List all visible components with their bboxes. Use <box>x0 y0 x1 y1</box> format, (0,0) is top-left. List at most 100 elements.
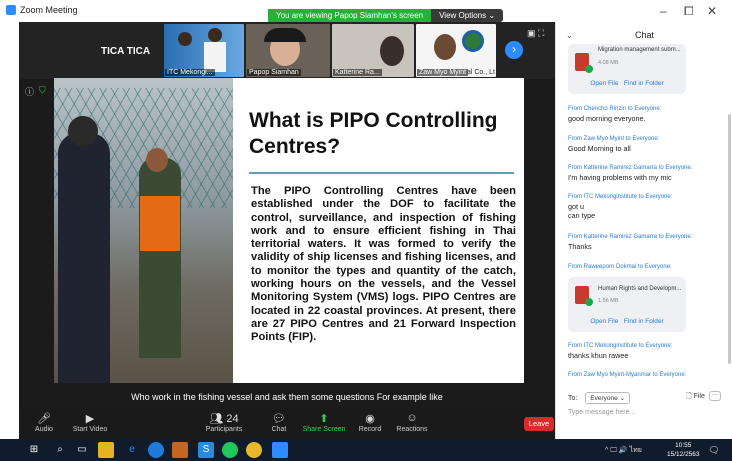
find-in-folder-link[interactable]: Find in Folder <box>624 80 664 87</box>
thumb-label: Papop Siamhan <box>247 69 301 76</box>
reactions-button[interactable]: ☺ Reactions <box>387 412 437 433</box>
share-screen-label: Share Screen <box>302 426 346 433</box>
more-options-button[interactable]: ··· <box>709 391 721 401</box>
keyboard-language: ไทย <box>629 447 642 454</box>
participant-thumb[interactable]: Papop Siamhan <box>246 24 330 77</box>
message-sender: From ITC Mekonginstitute to Everyone: <box>568 343 673 349</box>
message-sender: From Raweeporn Dokmai to Everyone: <box>568 264 672 270</box>
participant-thumb[interactable]: Katterine Ra... <box>332 24 414 77</box>
chat-message: From Zaw Myo Myint-Myanmar to Everyone: <box>568 372 718 380</box>
edge-browser-icon[interactable]: e <box>124 442 140 458</box>
audio-label: Audio <box>35 426 53 433</box>
taskbar: ⊞ ⌕ ▭ e S ^ 🖵 🔊 ไทย 10:55 15/12/2563 🗨︎ <box>0 439 732 461</box>
zoom-logo-icon <box>6 5 16 15</box>
find-in-folder-link[interactable]: Find in Folder <box>624 318 664 325</box>
message-text: I'm having problems with my mic <box>568 173 672 182</box>
time: 10:55 <box>675 442 692 449</box>
leave-button[interactable]: Leave <box>524 417 554 431</box>
message-sender: From Zaw Myo Myint to Everyone: <box>568 136 660 142</box>
participant-thumb[interactable]: Zaw Myo Myint al Co., Lt <box>416 24 496 77</box>
chat-message: From Katterine Ramirez Gamarra to Everyo… <box>568 165 718 182</box>
check-icon <box>585 298 593 306</box>
view-options-button[interactable]: View Options ⌄ <box>431 9 504 22</box>
worker-head-shape <box>146 148 168 172</box>
participant-thumb[interactable]: ITC Mekongi... <box>164 24 244 77</box>
file-name: Human Rights and Developm... <box>598 286 682 292</box>
taskbar-clock[interactable]: 10:55 15/12/2563 <box>667 441 700 459</box>
slide-body: The PIPO Controlling Centres have been e… <box>251 185 516 344</box>
open-file-link[interactable]: Open File <box>590 318 618 325</box>
chat-bubble-icon: 💬︎ <box>272 413 286 425</box>
recipient-select[interactable]: Everyone ⌄ <box>585 392 631 404</box>
share-screen-button[interactable]: ⬆ Share Screen <box>299 412 349 433</box>
thumb-extra-label: al Co., Lt <box>466 69 495 76</box>
thumb-label: ITC Mekongi... <box>165 69 215 76</box>
record-label: Record <box>358 426 382 433</box>
title-bar: Zoom Meeting You are viewing Papop Siamh… <box>0 0 732 22</box>
participants-icon: 👥︎ 24 <box>209 413 239 425</box>
date: 15/12/2563 <box>667 451 700 458</box>
participants-button[interactable]: 👥︎ 24 Participants <box>199 412 249 433</box>
chat-message: From Zaw Myo Myint to Everyone: Good Mor… <box>568 136 718 153</box>
chat-message-input[interactable]: Type message here... <box>568 409 718 416</box>
hair-shape <box>264 28 306 42</box>
app-title-text: Zoom Meeting <box>20 5 78 15</box>
slide-divider <box>249 172 514 174</box>
maximize-button[interactable]: ⧠ <box>684 4 694 19</box>
video-off-icon: ▶ <box>85 413 95 425</box>
file-card: Migration management subm... 4.08 MB Ope… <box>568 44 686 94</box>
message-sender: From Chencho Rinzin to Everyone: <box>568 106 662 112</box>
open-file-link[interactable]: Open File <box>590 80 618 87</box>
audio-button[interactable]: 🎤︎ Audio <box>19 412 69 433</box>
start-video-button[interactable]: ▶ Start Video <box>65 412 115 433</box>
view-toggle-icons[interactable]: ▣ ⛶ <box>527 28 544 39</box>
shared-screen-area: TICA TICA ITC Mekongi... Papop Siamhan K… <box>19 22 555 409</box>
search-icon[interactable]: ⌕ <box>52 442 68 458</box>
message-text: got u <box>568 202 584 211</box>
thumb-label: Zaw Myo Myint <box>417 69 469 76</box>
reactions-icon: ☺ <box>406 412 418 424</box>
file-explorer-icon[interactable] <box>98 442 114 458</box>
file-links: Open File Find in Folder <box>568 318 686 325</box>
edge-new-icon[interactable] <box>148 442 164 458</box>
worker-shape <box>139 158 181 358</box>
file-button-label: File <box>693 393 705 400</box>
file-links: Open File Find in Folder <box>568 80 686 87</box>
message-text: can type <box>568 211 596 220</box>
reactions-label: Reactions <box>396 426 428 433</box>
file-name: Migration management subm... <box>598 47 681 53</box>
line-app-icon[interactable] <box>222 442 238 458</box>
slide-title: What is PIPO Controlling Centres? <box>249 109 498 158</box>
notifications-icon[interactable]: 🗨︎ <box>706 442 722 458</box>
info-icon[interactable]: ⓘ <box>25 85 34 98</box>
task-view-icon[interactable]: ▭ <box>74 442 90 458</box>
share-screen-icon: ⬆ <box>319 413 329 425</box>
chat-label: Chat <box>271 426 287 433</box>
file-button[interactable]: 🗋 File <box>686 392 705 403</box>
skype-icon[interactable]: S <box>198 442 214 458</box>
name-tile: TICA TICA <box>101 46 151 57</box>
file-size: 4.08 MB <box>598 60 619 66</box>
system-tray-icons[interactable]: ^ 🖵 🔊 ไทย <box>605 445 642 456</box>
chat-button[interactable]: 💬︎ Chat <box>254 412 304 433</box>
thumb-label: Katterine Ra... <box>333 69 382 76</box>
app-icon[interactable] <box>172 442 188 458</box>
close-button[interactable]: ✕ <box>707 4 717 18</box>
participant-strip: TICA TICA ITC Mekongi... Papop Siamhan K… <box>19 22 555 79</box>
microphone-icon: 🎤︎ <box>37 413 51 425</box>
minimize-button[interactable]: – <box>660 4 667 18</box>
next-page-icon[interactable]: › <box>505 41 523 59</box>
message-text: Thanks <box>568 242 592 251</box>
viewing-notice: You are viewing Papop Siamhan's screen <box>268 9 432 22</box>
chat-scrollbar[interactable] <box>728 114 731 364</box>
message-text: Good Morning to all <box>568 144 631 153</box>
chat-message: From Chencho Rinzin to Everyone: good mo… <box>568 106 718 123</box>
message-sender: From Katterine Ramirez Gamarra to Everyo… <box>568 165 693 171</box>
windows-start-icon[interactable]: ⊞ <box>26 442 42 458</box>
participants-label: Participants <box>205 426 243 433</box>
meeting-toolbar: 🎤︎ Audio ▶ Start Video 👥︎ 24 Participant… <box>19 409 555 439</box>
zoom-taskbar-icon[interactable] <box>272 442 288 458</box>
security-shield-icon[interactable]: ⛉ <box>39 85 46 96</box>
chrome-icon[interactable] <box>246 442 262 458</box>
avatar <box>208 28 222 42</box>
